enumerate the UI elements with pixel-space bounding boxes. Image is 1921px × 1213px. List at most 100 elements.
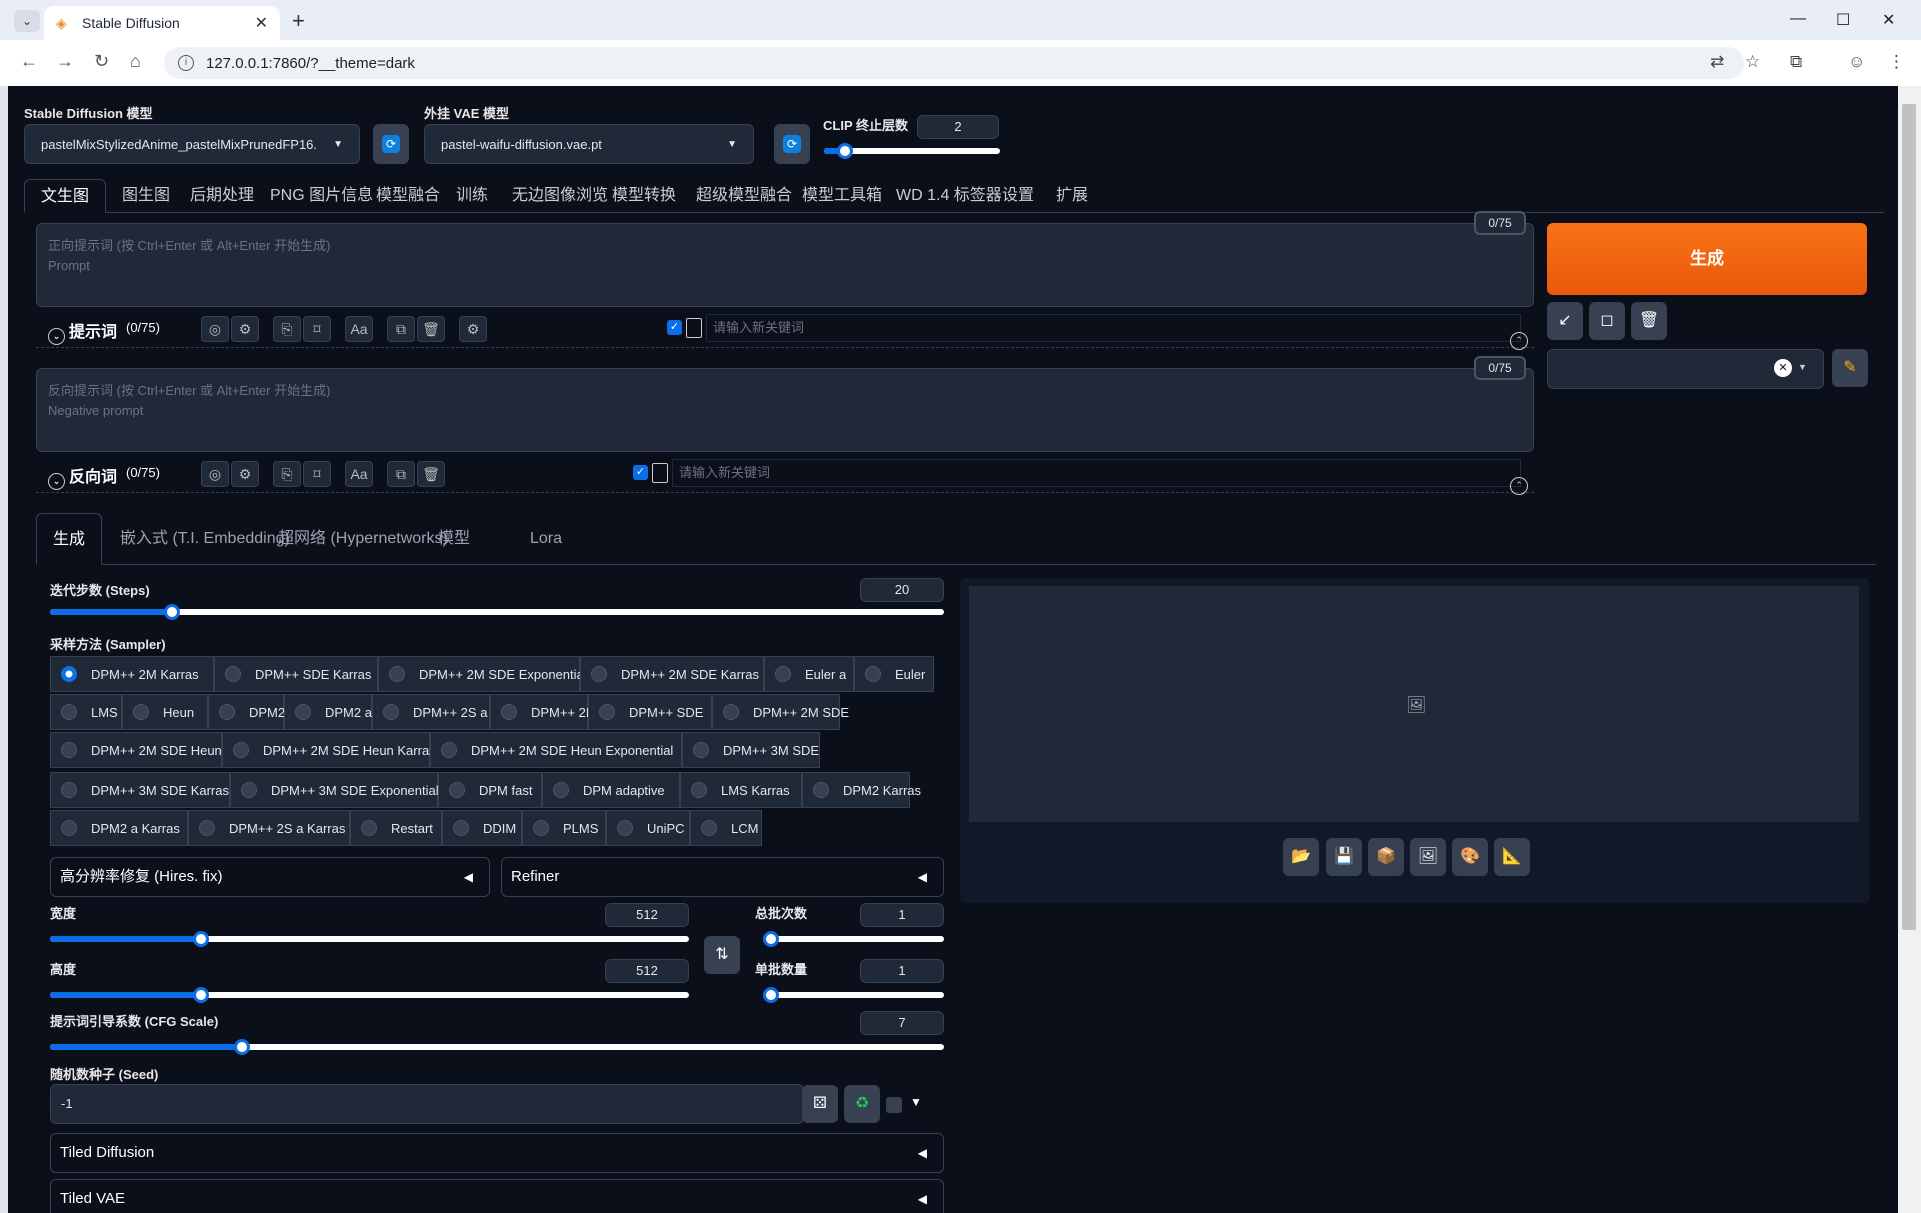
keyword-checkbox[interactable]: ✓ bbox=[667, 320, 682, 335]
sampler-option[interactable]: DPM2 bbox=[208, 694, 285, 730]
sampler-option[interactable]: DPM fast bbox=[438, 772, 542, 808]
refresh-model-button[interactable]: ⟳ bbox=[373, 124, 409, 164]
batch-count-slider[interactable] bbox=[763, 931, 944, 947]
sampler-option[interactable]: DPM2 a Karras bbox=[50, 810, 188, 846]
sampler-option[interactable]: DPM2 a bbox=[284, 694, 372, 730]
batch-size-input[interactable]: 1 bbox=[860, 959, 944, 983]
refresh-vae-button[interactable]: ⟳ bbox=[774, 124, 810, 164]
batch-count-input[interactable]: 1 bbox=[860, 903, 944, 927]
sampler-option[interactable]: DPM++ 3M SDE Exponential bbox=[230, 772, 439, 808]
prompt-title[interactable]: ⌄ 提示词 bbox=[48, 318, 117, 345]
prompt-textarea[interactable]: 正向提示词 (按 Ctrl+Enter 或 Alt+Enter 开始生成) Pr… bbox=[36, 223, 1534, 307]
height-slider[interactable] bbox=[50, 987, 689, 1003]
sampler-option[interactable]: DPM++ SDE Karras bbox=[214, 656, 378, 692]
reload-icon[interactable]: ↻ bbox=[94, 51, 109, 72]
keyword-input[interactable]: 请输入新关键词 bbox=[672, 459, 1521, 487]
sampler-option[interactable]: DDIM bbox=[442, 810, 522, 846]
extra-seed-checkbox[interactable] bbox=[886, 1097, 902, 1113]
subtab-4[interactable]: Lora bbox=[514, 513, 578, 565]
square-button[interactable]: ◻ bbox=[1589, 302, 1625, 340]
maximize-button[interactable]: ☐ bbox=[1836, 10, 1850, 30]
keyword-toggle-icon[interactable] bbox=[686, 318, 702, 338]
translate-icon[interactable]: ◎ bbox=[201, 316, 229, 342]
seed-input[interactable]: -1 bbox=[50, 1084, 804, 1124]
trash-button[interactable]: 🗑 bbox=[1631, 302, 1667, 340]
tab-7[interactable]: 模型转换 bbox=[596, 179, 692, 213]
send-to-inpaint-button[interactable]: 🎨 bbox=[1452, 838, 1488, 876]
sampler-option[interactable]: Euler bbox=[854, 656, 934, 692]
subtab-0[interactable]: 生成 bbox=[36, 513, 103, 565]
hires-fix-accordion[interactable]: 高分辨率修复 (Hires. fix) ◀ bbox=[50, 857, 490, 897]
translate-icon[interactable]: ⇄ bbox=[1710, 52, 1724, 72]
close-window-button[interactable]: ✕ bbox=[1882, 10, 1895, 30]
tiled-diffusion-accordion[interactable]: Tiled Diffusion ◀ bbox=[50, 1133, 944, 1173]
text-icon[interactable]: Aa bbox=[345, 316, 373, 342]
width-slider[interactable] bbox=[50, 931, 689, 947]
close-tab-icon[interactable]: ✕ bbox=[255, 13, 268, 33]
styles-dropdown[interactable]: ✕ ▼ bbox=[1547, 349, 1824, 389]
send-to-extras-button[interactable]: 📐 bbox=[1494, 838, 1530, 876]
sampler-option[interactable]: DPM++ 2S a bbox=[372, 694, 490, 730]
profile-avatar-icon[interactable]: ☺ bbox=[1848, 52, 1865, 72]
settings-icon[interactable]: ⚙ bbox=[231, 461, 259, 487]
new-tab-button[interactable]: + bbox=[292, 8, 305, 34]
bookmark-star-icon[interactable]: ☆ bbox=[1745, 52, 1760, 72]
sampler-option[interactable]: DPM2 Karras bbox=[802, 772, 921, 808]
sampler-option[interactable]: LCM bbox=[690, 810, 762, 846]
sampler-option[interactable]: DPM++ 2M SDE Karras bbox=[580, 656, 764, 692]
sampler-option[interactable]: DPM++ 2M SDE Heun Exponential bbox=[430, 732, 682, 768]
tab-0[interactable]: 文生图 bbox=[24, 179, 107, 213]
sampler-option[interactable]: DPM++ 3M SDE Karras bbox=[50, 772, 230, 808]
sampler-option[interactable]: DPM++ 2S a Karras bbox=[188, 810, 350, 846]
width-input[interactable]: 512 bbox=[605, 903, 689, 927]
open-folder-button[interactable]: 📂 bbox=[1283, 838, 1319, 876]
menu-dots-icon[interactable]: ⋮ bbox=[1888, 52, 1905, 72]
sampler-option[interactable]: DPM++ SDE bbox=[588, 694, 712, 730]
cfg-slider[interactable] bbox=[50, 1039, 944, 1055]
settings-icon[interactable]: ⚙ bbox=[231, 316, 259, 342]
tab-search-button[interactable]: ⌄ bbox=[14, 10, 40, 32]
height-input[interactable]: 512 bbox=[605, 959, 689, 983]
edit-styles-button[interactable]: ✎ bbox=[1832, 349, 1868, 387]
steps-slider[interactable] bbox=[50, 604, 944, 620]
sampler-option[interactable]: DPM++ 2M SDE Exponential bbox=[378, 656, 587, 692]
sampler-option[interactable]: UniPC bbox=[606, 810, 690, 846]
clear-icon[interactable]: ✕ bbox=[1774, 359, 1792, 377]
site-info-icon[interactable]: i bbox=[178, 55, 194, 71]
vae-dropdown[interactable]: pastel-waifu-diffusion.vae.pt ▼ bbox=[424, 124, 754, 164]
minimize-button[interactable]: — bbox=[1790, 10, 1806, 28]
translate-icon[interactable]: ◎ bbox=[201, 461, 229, 487]
send-to-img2img-button[interactable]: 🖼 bbox=[1410, 838, 1446, 876]
keyword-toggle-icon[interactable] bbox=[652, 463, 668, 483]
negative-prompt-textarea[interactable]: 反向提示词 (按 Ctrl+Enter 或 Alt+Enter 开始生成) Ne… bbox=[36, 368, 1534, 452]
arrow-button[interactable]: ↙ bbox=[1547, 302, 1583, 340]
clip-skip-slider[interactable] bbox=[824, 143, 1000, 159]
sampler-option[interactable]: DPM++ 2M Karras bbox=[50, 656, 214, 692]
save-button[interactable]: 💾 bbox=[1326, 838, 1362, 876]
sampler-option[interactable]: LMS Karras bbox=[680, 772, 802, 808]
address-bar[interactable]: i 127.0.0.1:7860/?__theme=dark bbox=[164, 47, 1744, 79]
generate-button[interactable]: 生成 bbox=[1547, 223, 1867, 295]
sampler-option[interactable]: Heun bbox=[122, 694, 208, 730]
sd-model-dropdown[interactable]: pastelMixStylizedAnime_pastelMixPrunedFP… bbox=[24, 124, 360, 164]
gear-icon[interactable]: ⚙ bbox=[459, 316, 487, 342]
extensions-icon[interactable]: ⧉ bbox=[1790, 52, 1802, 72]
subtab-3[interactable]: 模型 bbox=[422, 513, 486, 565]
browser-tab[interactable]: ◈ Stable Diffusion ✕ bbox=[44, 6, 280, 40]
sampler-option[interactable]: DPM++ 2M SDE Heun Karras bbox=[222, 732, 436, 768]
home-icon[interactable]: ⌂ bbox=[130, 51, 141, 72]
sampler-option[interactable]: LMS bbox=[50, 694, 122, 730]
page-scrollbar-thumb[interactable] bbox=[1902, 104, 1916, 930]
forward-icon[interactable]: → bbox=[56, 51, 74, 72]
expand-triangle-icon[interactable]: ▼ bbox=[910, 1095, 922, 1109]
import-icon[interactable]: ⎘ bbox=[273, 461, 301, 487]
cfg-input[interactable]: 7 bbox=[860, 1011, 944, 1035]
swap-dimensions-button[interactable]: ⇅ bbox=[704, 936, 740, 974]
collapse-up-icon[interactable]: ⌃ bbox=[1510, 477, 1528, 495]
clip-skip-input[interactable]: 2 bbox=[917, 115, 999, 139]
collapse-up-icon[interactable]: ⌃ bbox=[1510, 332, 1528, 350]
sampler-option[interactable]: DPM++ 3M SDE bbox=[682, 732, 820, 768]
sampler-option[interactable]: PLMS bbox=[522, 810, 606, 846]
reuse-seed-button[interactable]: ♻ bbox=[844, 1085, 880, 1123]
negative-title[interactable]: ⌄ 反向词 bbox=[48, 463, 117, 490]
